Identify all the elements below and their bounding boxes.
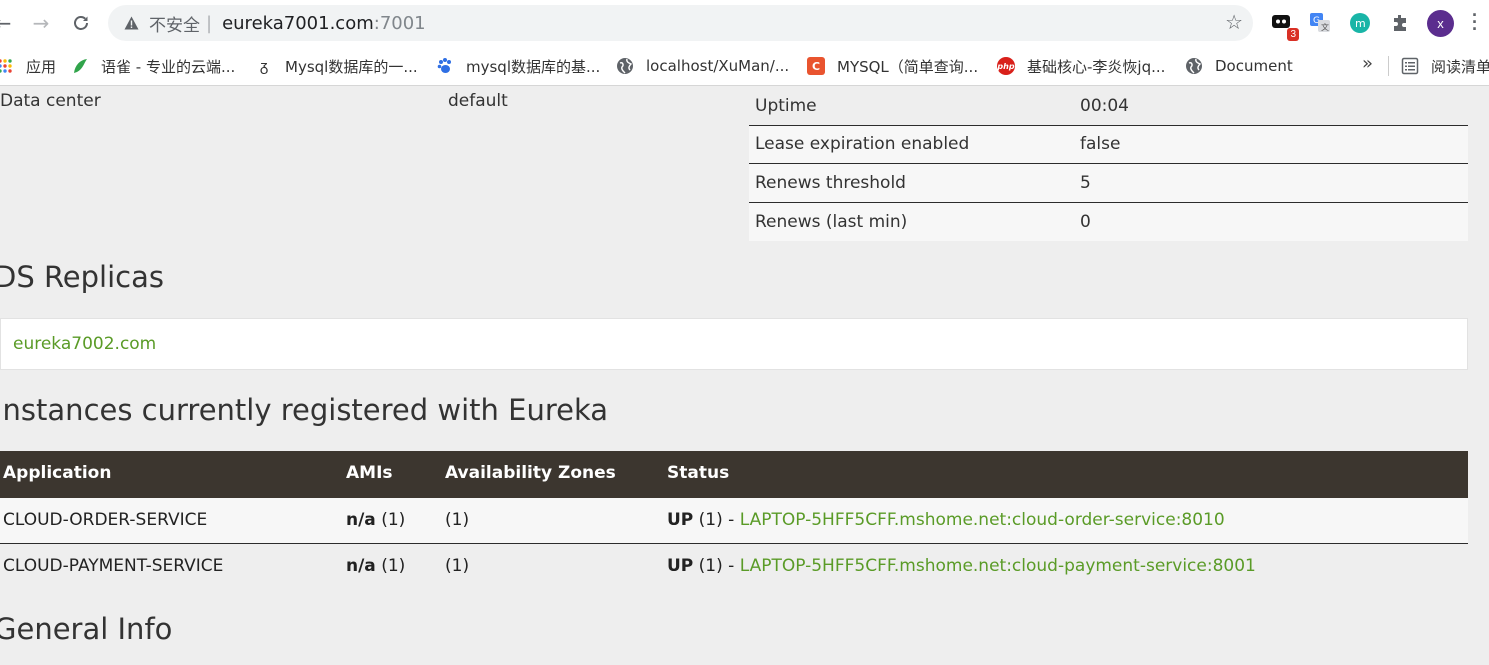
amis-count: (1) [375, 510, 406, 530]
apps-grid-icon [0, 57, 14, 75]
column-header-amis: AMIs [346, 463, 393, 483]
table-row: CLOUD-ORDER-SERVICE n/a (1) (1) UP (1) -… [0, 498, 1468, 544]
replica-link[interactable]: eureka7002.com [13, 334, 156, 354]
extension-chat-icon[interactable]: 3 [1269, 11, 1299, 41]
status-count: (1) - [693, 510, 740, 530]
amis-value: n/a [346, 510, 376, 530]
status-value: false [1080, 134, 1121, 155]
status-up: UP [667, 556, 694, 576]
data-center-value: default [448, 91, 508, 111]
back-arrow-icon[interactable]: ← [0, 8, 18, 38]
divider: | [206, 12, 213, 34]
status-value: 5 [1080, 172, 1091, 193]
extension-m-icon[interactable]: m [1348, 11, 1372, 35]
amis-value: n/a [346, 556, 376, 576]
zones-cell: (1) [445, 556, 470, 576]
bookmark-label: 应用 [26, 57, 57, 76]
address-bar[interactable]: 不安全 | eureka7001.com:7001 ☆ [108, 5, 1253, 41]
amis-cell: n/a (1) [346, 510, 405, 530]
extensions-puzzle-icon[interactable] [1388, 11, 1412, 35]
status-row: Renews (last min) 0 [749, 202, 1468, 241]
bookmark-label: Document [1215, 57, 1293, 75]
bookmark-document[interactable]: Document [1185, 55, 1293, 77]
bookmarks-bar: 应用 语雀 - 专业的云端... ᵹ Mysql数据库的一... mysql数据… [0, 46, 1489, 86]
instance-link[interactable]: LAPTOP-5HFF5CFF.mshome.net:cloud-order-s… [740, 510, 1225, 530]
instances-heading: Instances currently registered with Eure… [0, 393, 609, 427]
status-cell: UP (1) - LAPTOP-5HFF5CFF.mshome.net:clou… [667, 556, 1256, 576]
globe-icon [616, 57, 634, 75]
replicas-list: eureka7002.com [0, 318, 1468, 370]
extension-badge: 3 [1287, 28, 1299, 41]
status-up: UP [667, 510, 694, 530]
status-value: 00:04 [1080, 95, 1129, 116]
baidu-paw-icon [436, 57, 454, 75]
amis-cell: n/a (1) [346, 556, 405, 576]
bookmark-label: mysql数据库的基... [466, 57, 601, 76]
bookmark-yuque[interactable]: 语雀 - 专业的云端... [71, 55, 235, 77]
bookmark-label: 语雀 - 专业的云端... [101, 57, 236, 76]
status-key: Renews threshold [755, 172, 906, 193]
instances-table: Application AMIs Availability Zones Stat… [0, 451, 1468, 590]
status-count: (1) - [693, 556, 740, 576]
general-info-heading: General Info [0, 612, 173, 646]
globe-icon [1185, 57, 1203, 75]
status-key: Lease expiration enabled [755, 134, 970, 155]
bookmark-star-icon[interactable]: ☆ [1225, 10, 1243, 34]
column-header-zones: Availability Zones [445, 463, 616, 483]
bookmark-mysql-3[interactable]: C MYSQL（简单查询... [807, 55, 978, 77]
bookmarks-overflow-chevron[interactable]: » [1362, 53, 1373, 74]
bookmark-label: MYSQL（简单查询... [837, 57, 979, 76]
eureka-dashboard: Data center default Uptime 00:04 Lease e… [0, 87, 1489, 665]
bookmark-label: 基础核心-李炎恢jq... [1027, 57, 1166, 76]
instance-link[interactable]: LAPTOP-5HFF5CFF.mshome.net:cloud-payment… [740, 556, 1256, 576]
profile-avatar[interactable]: x [1427, 10, 1454, 37]
url-port[interactable]: :7001 [374, 13, 426, 34]
forward-arrow-icon[interactable]: → [26, 8, 56, 38]
column-header-status: Status [667, 463, 730, 483]
status-row: Lease expiration enabled false [749, 125, 1468, 164]
translate-icon[interactable]: G文 [1308, 11, 1332, 35]
status-table: Uptime 00:04 Lease expiration enabled fa… [749, 87, 1468, 241]
status-cell: UP (1) - LAPTOP-5HFF5CFF.mshome.net:clou… [667, 510, 1225, 530]
url-host[interactable]: eureka7001.com [222, 13, 374, 34]
warning-triangle-icon[interactable] [123, 15, 139, 31]
yuque-bird-icon [71, 57, 89, 75]
status-row: Renews threshold 5 [749, 164, 1468, 203]
bookmark-label: Mysql数据库的一... [285, 57, 418, 76]
svg-text:文: 文 [1321, 22, 1329, 32]
application-name: CLOUD-PAYMENT-SERVICE [3, 556, 224, 576]
bookmark-mysql-2[interactable]: mysql数据库的基... [436, 55, 600, 77]
status-key: Uptime [755, 95, 817, 116]
browser-toolbar: ← → 不安全 | eureka7001.com:7001 ☆ 3 G文 m x… [0, 0, 1489, 46]
reading-list[interactable]: 阅读清单 [1401, 55, 1489, 77]
reading-list-icon [1401, 57, 1419, 75]
status-row: Uptime 00:04 [749, 87, 1468, 126]
menu-kebab-icon[interactable]: · · · [1472, 6, 1478, 38]
reload-icon[interactable] [66, 8, 96, 38]
bookmark-localhost[interactable]: localhost/XuMan/... [616, 55, 789, 77]
divider [1388, 56, 1389, 76]
bookmark-apps[interactable]: 应用 [0, 55, 56, 77]
status-value: 0 [1080, 211, 1091, 232]
replicas-heading: DS Replicas [0, 260, 164, 294]
column-header-application: Application [3, 463, 112, 483]
script-icon: ᵹ [259, 57, 269, 75]
application-name: CLOUD-ORDER-SERVICE [3, 510, 208, 530]
zones-cell: (1) [445, 510, 470, 530]
php-icon: php [997, 57, 1015, 75]
amis-count: (1) [375, 556, 406, 576]
reading-list-label: 阅读清单 [1431, 57, 1489, 76]
bookmark-mysql-1[interactable]: ᵹ Mysql数据库的一... [255, 55, 418, 77]
bookmark-label: localhost/XuMan/... [646, 57, 790, 75]
bookmark-jquery[interactable]: php 基础核心-李炎恢jq... [997, 55, 1165, 77]
table-header-row: Application AMIs Availability Zones Stat… [0, 451, 1468, 498]
insecure-label[interactable]: 不安全 [149, 11, 200, 36]
data-center-label: Data center [0, 91, 101, 111]
svg-text:m: m [1355, 17, 1366, 30]
table-row: CLOUD-PAYMENT-SERVICE n/a (1) (1) UP (1)… [0, 544, 1468, 590]
status-key: Renews (last min) [755, 211, 908, 232]
csdn-c-icon: C [807, 57, 825, 75]
